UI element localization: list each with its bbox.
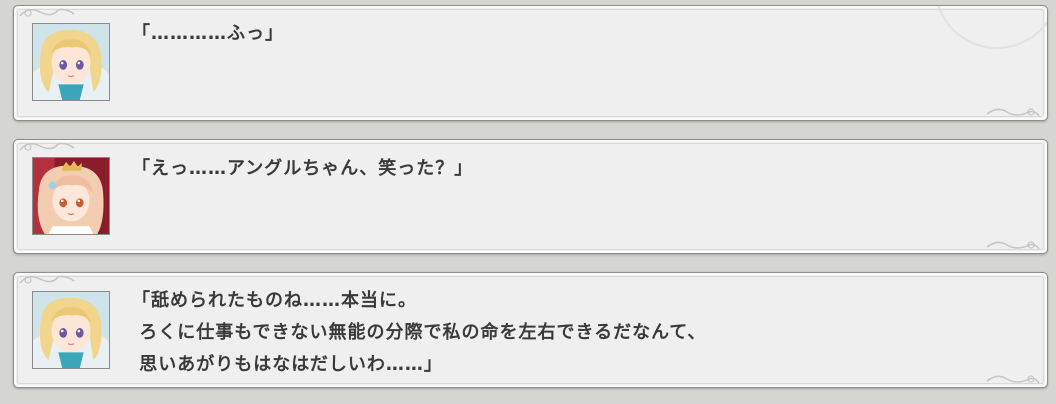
portrait-blonde-character-icon — [32, 291, 110, 369]
corner-flourish-icon — [985, 237, 1041, 253]
dialogue-text: 「舐められたものね……本当に。 ろくに仕事もできない無能の分際で私の命を左右でき… — [132, 290, 707, 375]
dialogue-text: 「…………ふっ」 — [132, 23, 284, 44]
corner-flourish-icon — [18, 4, 78, 20]
portrait-blonde-character-icon — [32, 23, 110, 101]
corner-flourish-icon — [18, 271, 78, 287]
dialogue-log-entry: 「舐められたものね……本当に。 ろくに仕事もできない無能の分際で私の命を左右でき… — [13, 272, 1048, 388]
portrait-strawberry-blonde-character-icon — [32, 157, 110, 235]
dialogue-log-entry: 「…………ふっ」 — [13, 5, 1048, 121]
corner-flourish-icon — [985, 104, 1041, 120]
corner-flourish-icon — [18, 138, 78, 154]
corner-flourish-icon — [985, 371, 1041, 387]
dialogue-log-entry: 「えっ……アングルちゃん、笑った？」 — [13, 139, 1048, 254]
dialogue-text: 「えっ……アングルちゃん、笑った？」 — [132, 158, 474, 179]
